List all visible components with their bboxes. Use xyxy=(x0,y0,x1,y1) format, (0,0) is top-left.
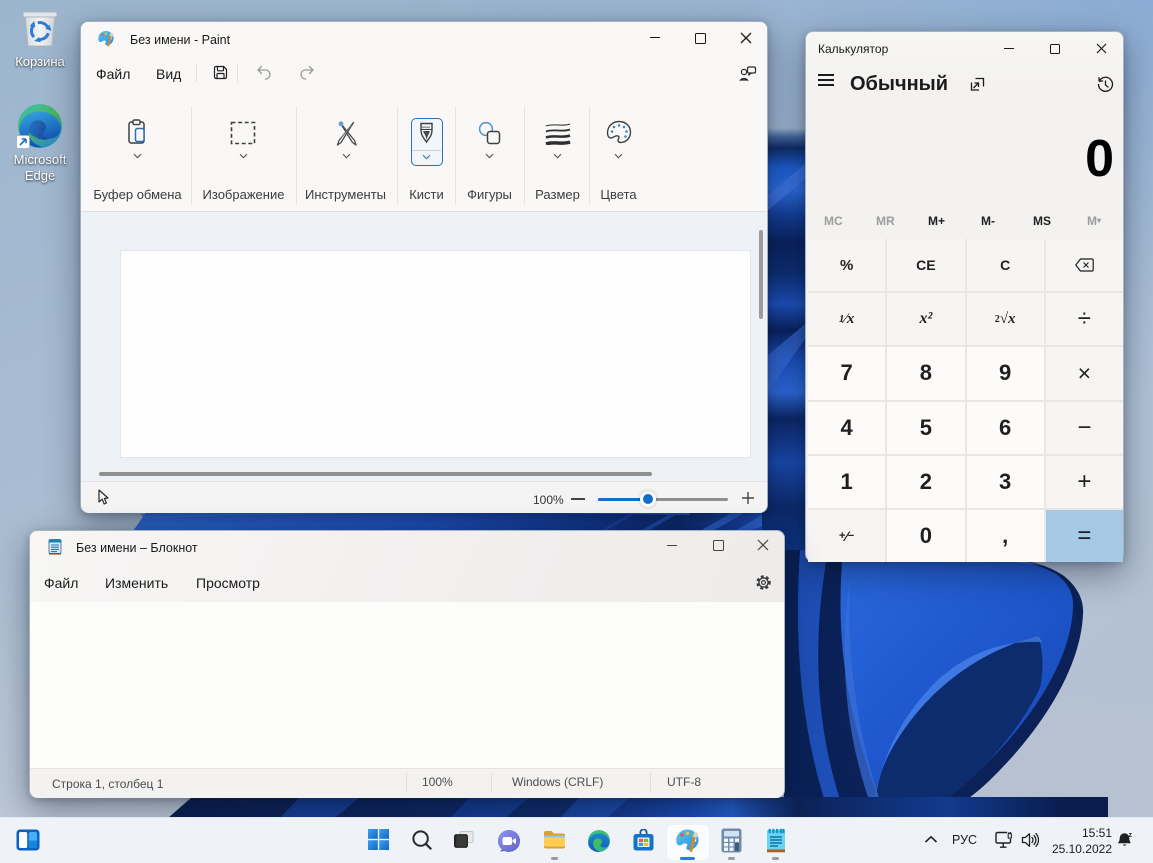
svg-text:z: z xyxy=(1129,832,1133,839)
svg-text:z: z xyxy=(1130,840,1133,846)
